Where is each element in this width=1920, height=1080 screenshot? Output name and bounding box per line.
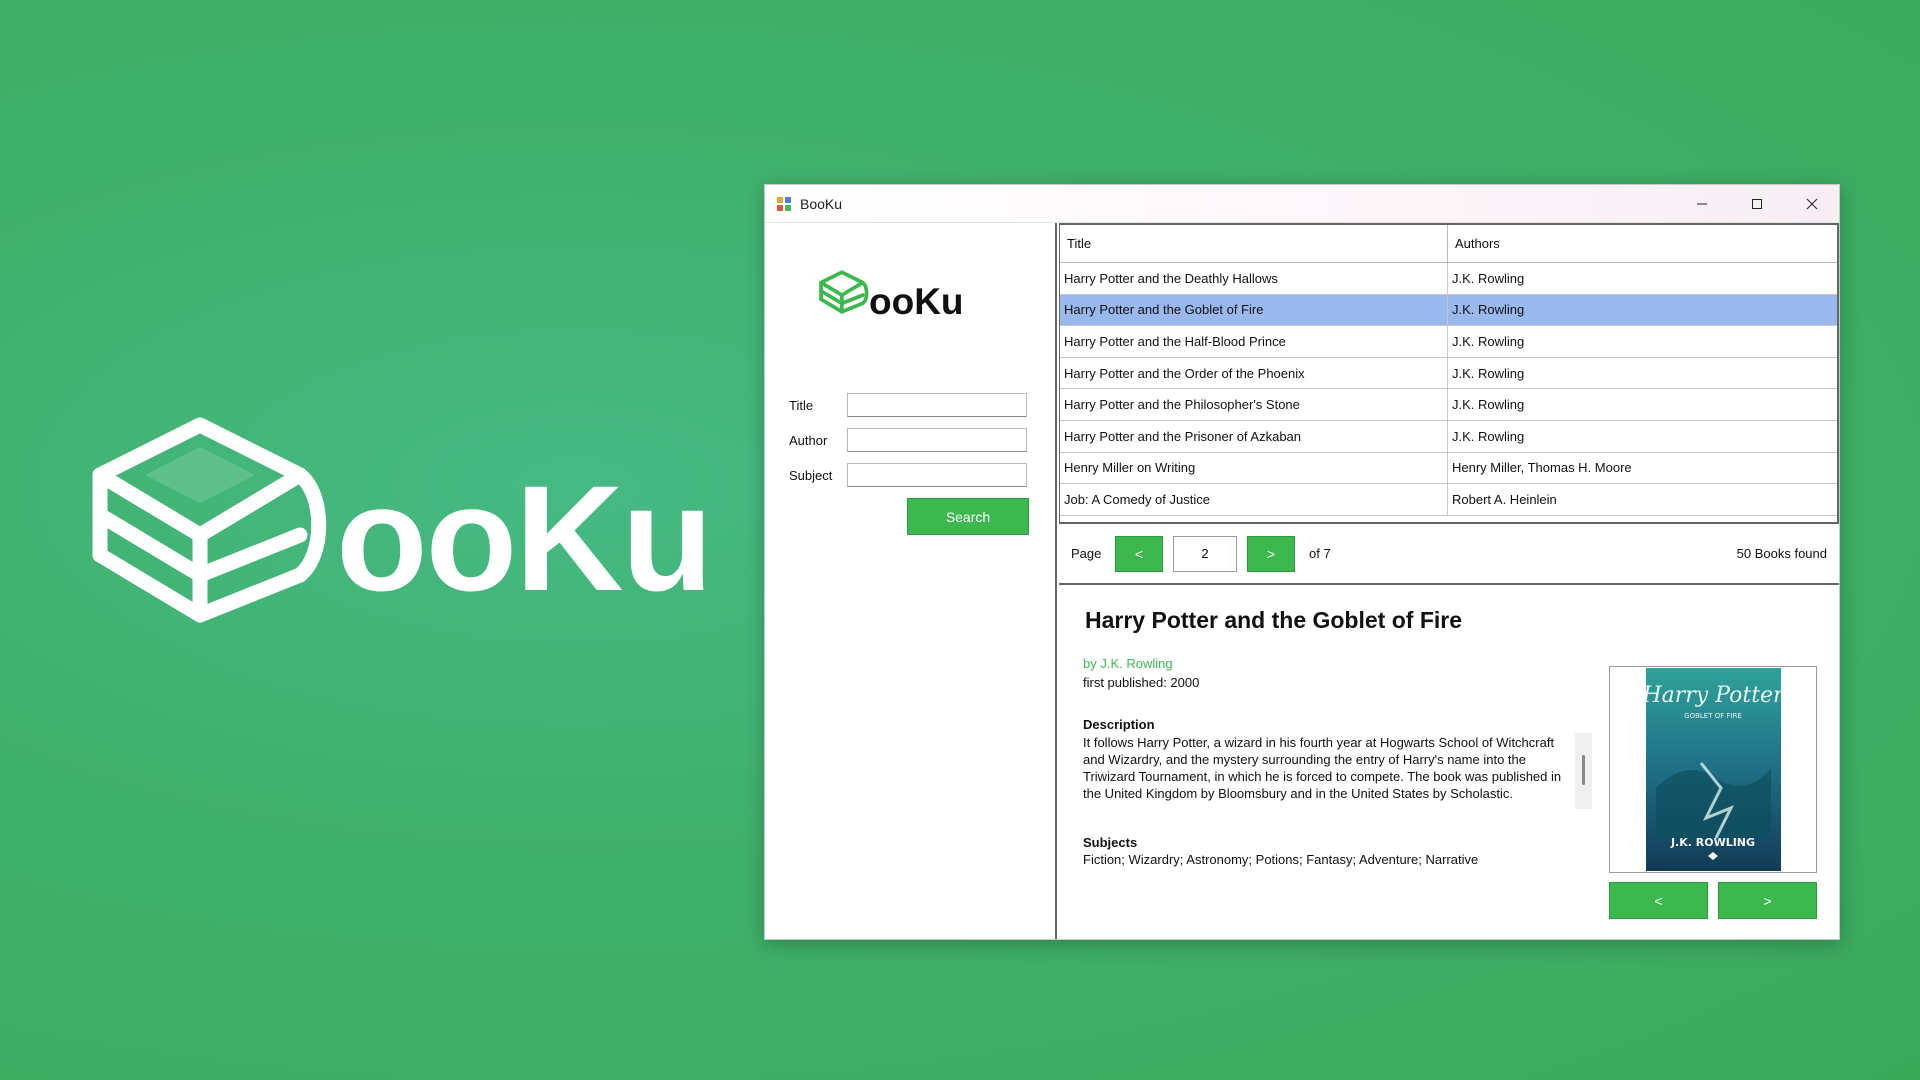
table-row[interactable]: Henry Miller on Writing Henry Miller, Tho…: [1060, 452, 1837, 485]
cover-prev-button[interactable]: <: [1609, 882, 1708, 919]
author-input[interactable]: [847, 428, 1027, 452]
cell-authors: Robert A. Heinlein: [1452, 491, 1557, 507]
cell-title: Harry Potter and the Order of the Phoeni…: [1060, 357, 1448, 389]
cell-authors: Henry Miller, Thomas H. Moore: [1452, 460, 1632, 476]
cell-title: Harry Potter and the Goblet of Fire: [1060, 294, 1448, 326]
column-header-title[interactable]: Title: [1060, 225, 1448, 262]
title-field-row: Title: [789, 393, 1027, 417]
window-title: BooKu: [800, 195, 843, 212]
subject-input[interactable]: [847, 463, 1027, 487]
subjects-heading: Subjects: [1083, 835, 1138, 850]
app-window: BooKu ooKu Title Author Subject Search T…: [764, 184, 1840, 940]
sidebar-logo-text: ooKu: [869, 281, 964, 322]
cell-authors: J.K. Rowling: [1452, 397, 1525, 413]
cover-next-button[interactable]: >: [1718, 882, 1817, 919]
first-published: first published: 2000: [1083, 675, 1200, 690]
book-title: Harry Potter and the Goblet of Fire: [1085, 607, 1462, 633]
subject-field-row: Subject: [789, 463, 1027, 487]
book-cover-image: Harry Potter GOBLET OF FIRE J.K. ROWLING: [1645, 668, 1781, 871]
table-row[interactable]: Harry Potter and the Half-Blood Prince J.…: [1060, 326, 1837, 358]
page-number-input[interactable]: [1173, 535, 1237, 572]
maximize-icon: [1751, 198, 1762, 209]
table-row[interactable]: Harry Potter and the Order of the Phoeni…: [1060, 357, 1837, 390]
cell-authors: J.K. Rowling: [1452, 302, 1525, 318]
table-row[interactable]: Harry Potter and the Goblet of Fire J.K. …: [1060, 294, 1837, 327]
subjects-text: Fiction; Wizardry; Astronomy; Potions; F…: [1083, 852, 1479, 867]
title-input[interactable]: [847, 393, 1027, 417]
table-row[interactable]: Harry Potter and the Philosopher's Stone…: [1060, 389, 1837, 421]
cell-authors: J.K. Rowling: [1452, 428, 1525, 444]
close-icon: [1806, 198, 1817, 209]
title-bar: BooKu: [765, 185, 1839, 223]
author-field-row: Author: [789, 428, 1027, 452]
scrollbar-thumb[interactable]: [1582, 755, 1585, 785]
hero-logo: ooKu: [90, 415, 713, 635]
next-page-button[interactable]: >: [1247, 535, 1295, 572]
minimize-icon: [1696, 203, 1707, 204]
cover-subtitle: GOBLET OF FIRE: [1684, 712, 1742, 720]
description-text[interactable]: It follows Harry Potter, a wizard in his…: [1083, 734, 1573, 808]
results-table: Title Authors Harry Potter and the Death…: [1059, 223, 1839, 524]
title-field-label: Title: [789, 397, 814, 413]
hero-logo-text: ooKu: [336, 454, 713, 622]
books-stack-icon: [819, 270, 869, 314]
page-label: Page: [1071, 546, 1102, 561]
book-detail-panel: Harry Potter and the Goblet of Fire by J…: [1059, 585, 1839, 939]
table-row[interactable]: Harry Potter and the Deathly Hallows J.K.…: [1060, 263, 1837, 295]
cell-title: Henry Miller on Writing: [1060, 452, 1448, 484]
close-button[interactable]: [1784, 185, 1839, 222]
book-author: by J.K. Rowling: [1083, 656, 1173, 671]
minimize-button[interactable]: [1674, 185, 1729, 222]
cell-title: Harry Potter and the Deathly Hallows: [1060, 263, 1448, 294]
sidebar-logo: ooKu: [819, 255, 964, 331]
description-heading: Description: [1083, 717, 1155, 732]
author-field-label: Author: [789, 432, 828, 448]
cell-title: Harry Potter and the Half-Blood Prince: [1060, 326, 1448, 357]
cell-title: Harry Potter and the Philosopher's Stone: [1060, 389, 1448, 420]
search-button[interactable]: Search: [907, 498, 1029, 535]
table-row[interactable]: Job: A Comedy of Justice Robert A. Heinle…: [1060, 484, 1837, 516]
column-header-authors[interactable]: Authors: [1448, 225, 1837, 262]
subject-field-label: Subject: [789, 467, 833, 483]
search-panel: ooKu Title Author Subject Search: [765, 223, 1057, 939]
cell-authors: J.K. Rowling: [1452, 333, 1525, 349]
table-row[interactable]: Harry Potter and the Prisoner of Azkaban…: [1060, 420, 1837, 453]
total-pages-label: of 7: [1309, 546, 1331, 561]
books-found-label: 50 Books found: [1736, 546, 1827, 561]
app-icon: [777, 196, 791, 211]
table-header: Title Authors: [1060, 225, 1837, 263]
cell-authors: J.K. Rowling: [1452, 270, 1525, 286]
prev-page-button[interactable]: <: [1115, 535, 1163, 572]
cell-authors: J.K. Rowling: [1452, 365, 1525, 381]
pagination-bar: Page < > of 7 50 Books found: [1059, 524, 1839, 585]
cell-title: Harry Potter and the Prisoner of Azkaban: [1060, 420, 1448, 452]
cover-title: Harry Potter: [1646, 683, 1781, 708]
book-cover-frame: Harry Potter GOBLET OF FIRE J.K. ROWLING: [1609, 666, 1817, 873]
cover-author: J.K. ROWLING: [1669, 836, 1754, 849]
cell-title: Job: A Comedy of Justice: [1060, 484, 1448, 515]
table-body: Harry Potter and the Deathly Hallows J.K.…: [1060, 263, 1837, 516]
books-stack-icon: [92, 417, 327, 623]
maximize-button[interactable]: [1729, 185, 1784, 222]
description-scrollbar[interactable]: [1575, 733, 1592, 809]
